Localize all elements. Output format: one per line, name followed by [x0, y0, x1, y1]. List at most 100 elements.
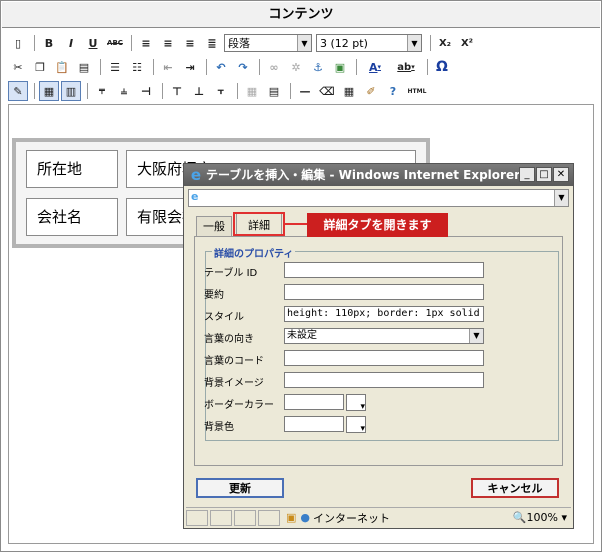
link-icon[interactable]: ∞ [264, 57, 284, 77]
background-image-input[interactable] [284, 372, 484, 388]
style-input[interactable]: height: 110px; border: 1px solid [284, 306, 484, 322]
highlight-label: ab [397, 61, 412, 73]
split-cells-icon[interactable]: ▤ [264, 81, 284, 101]
border-color-input[interactable] [284, 394, 344, 410]
update-button[interactable]: 更新 [196, 478, 284, 498]
color-picker-icon[interactable]: ▾ [346, 416, 366, 434]
row-insert-before-icon[interactable]: ⫧ [92, 81, 112, 101]
superscript-button[interactable]: X² [457, 33, 477, 53]
outdent-icon[interactable]: ⇤ [158, 57, 178, 77]
cleanup-brush-icon[interactable]: ✐ [361, 81, 381, 101]
image-icon[interactable]: ▣ [330, 57, 350, 77]
special-char-button[interactable]: Ω [432, 57, 452, 77]
edit-mode-icon[interactable]: ✎ [8, 81, 28, 101]
field-label: 要約 [204, 290, 224, 301]
numbered-list-icon[interactable]: ☷ [127, 57, 147, 77]
separator [153, 59, 154, 75]
strikethrough-button[interactable]: ABC [105, 33, 125, 53]
page-title: コンテンツ [2, 2, 600, 28]
chevron-down-icon: ▼ [407, 35, 421, 51]
highlight-box [233, 212, 285, 236]
separator [162, 83, 163, 99]
status-pane [258, 509, 280, 526]
table-properties-icon[interactable]: ▥ [61, 81, 81, 101]
undo-icon[interactable]: ↶ [211, 57, 231, 77]
text-direction-select[interactable]: 未設定 ▼ [284, 328, 484, 344]
close-icon[interactable]: ✕ [553, 167, 569, 182]
table-insert-icon[interactable]: ▦ [39, 81, 59, 101]
new-page-icon[interactable]: ▯ [8, 33, 28, 53]
bullet-list-icon[interactable]: ☰ [105, 57, 125, 77]
status-pane [234, 509, 256, 526]
merge-cells-icon[interactable]: ▦ [242, 81, 262, 101]
callout-connector [285, 223, 307, 225]
table-cell[interactable]: 会社名 [26, 198, 118, 236]
field-label: 言葉の向き [204, 334, 254, 345]
toolbar-row-1: ▯ B I U ABC ≡ ≡ ≡ ≣ 段落 ▼ 3 (12 pt) ▼ X₂ X² [8, 31, 594, 55]
help-icon[interactable]: ? [383, 81, 403, 101]
maximize-icon[interactable]: □ [536, 167, 552, 182]
format-select-value: 段落 [228, 37, 250, 50]
italic-button[interactable]: I [61, 33, 81, 53]
field-label: 背景色 [204, 422, 234, 433]
font-color-button[interactable]: A ▾ [361, 57, 389, 77]
bold-button[interactable]: B [39, 33, 59, 53]
field-label: 言葉のコード [204, 356, 264, 367]
redo-icon[interactable]: ↷ [233, 57, 253, 77]
align-center-icon[interactable]: ≡ [158, 33, 178, 53]
zoom-level: 100% [526, 511, 558, 524]
separator [430, 35, 431, 51]
col-insert-before-icon[interactable]: ⊤ [167, 81, 187, 101]
underline-button[interactable]: U [83, 33, 103, 53]
unlink-icon[interactable]: ✲ [286, 57, 306, 77]
align-right-icon[interactable]: ≡ [180, 33, 200, 53]
background-color-input[interactable] [284, 416, 344, 432]
separator [237, 83, 238, 99]
globe-icon: ● [300, 511, 311, 524]
group-title: 詳細のプロパティ [212, 245, 296, 260]
minimize-icon[interactable]: _ [519, 167, 535, 182]
table-id-input[interactable] [284, 262, 484, 278]
col-delete-icon[interactable]: ⫟ [211, 81, 231, 101]
status-bar: ▣ ● インターネット 🔍100% ▾ [186, 507, 571, 527]
address-bar[interactable]: e ▼ [188, 189, 569, 207]
grid-icon[interactable]: ▦ [339, 81, 359, 101]
toolbar-row-2: ✂ ❐ 📋 ▤ ☰ ☷ ⇤ ⇥ ↶ ↷ ∞ ✲ ⚓ ▣ A ▾ ab ▾ Ω [8, 55, 594, 79]
format-select[interactable]: 段落 ▼ [224, 34, 312, 52]
cancel-button[interactable]: キャンセル [471, 478, 559, 498]
security-lock-icon: ▣ [286, 511, 297, 524]
chevron-down-icon: ▼ [469, 329, 483, 343]
internet-zone-label: インターネット [313, 511, 391, 525]
html-source-button[interactable]: HTML [405, 81, 429, 101]
color-picker-icon[interactable]: ▾ [346, 394, 366, 412]
paste-text-icon[interactable]: ▤ [74, 57, 94, 77]
indent-icon[interactable]: ⇥ [180, 57, 200, 77]
subscript-button[interactable]: X₂ [435, 33, 455, 53]
table-cell[interactable]: 所在地 [26, 150, 118, 188]
dialog-title: テーブルを挿入・編集 - Windows Internet Explorer [184, 164, 573, 186]
separator [34, 35, 35, 51]
paste-icon[interactable]: 📋 [52, 57, 72, 77]
align-left-icon[interactable]: ≡ [136, 33, 156, 53]
separator [206, 59, 207, 75]
horizontal-rule-icon[interactable]: — [295, 81, 315, 101]
row-insert-after-icon[interactable]: ⫨ [114, 81, 134, 101]
font-size-select[interactable]: 3 (12 pt) ▼ [316, 34, 422, 52]
separator [427, 59, 428, 75]
summary-input[interactable] [284, 284, 484, 300]
align-justify-icon[interactable]: ≣ [202, 33, 222, 53]
row-delete-icon[interactable]: ⊣ [136, 81, 156, 101]
copy-icon[interactable]: ❐ [30, 57, 50, 77]
cut-icon[interactable]: ✂ [8, 57, 28, 77]
tab-general[interactable]: 一般 [196, 216, 232, 236]
annotation-callout: 詳細タブを開きます [307, 213, 448, 237]
separator [131, 35, 132, 51]
eraser-icon[interactable]: ⌫ [317, 81, 337, 101]
separator [259, 59, 260, 75]
chevron-down-icon[interactable]: ▼ [554, 190, 568, 206]
col-insert-after-icon[interactable]: ⊥ [189, 81, 209, 101]
highlight-color-button[interactable]: ab ▾ [391, 57, 421, 77]
language-code-input[interactable] [284, 350, 484, 366]
anchor-icon[interactable]: ⚓ [308, 57, 328, 77]
zoom-control[interactable]: 🔍100% ▾ [513, 511, 567, 524]
